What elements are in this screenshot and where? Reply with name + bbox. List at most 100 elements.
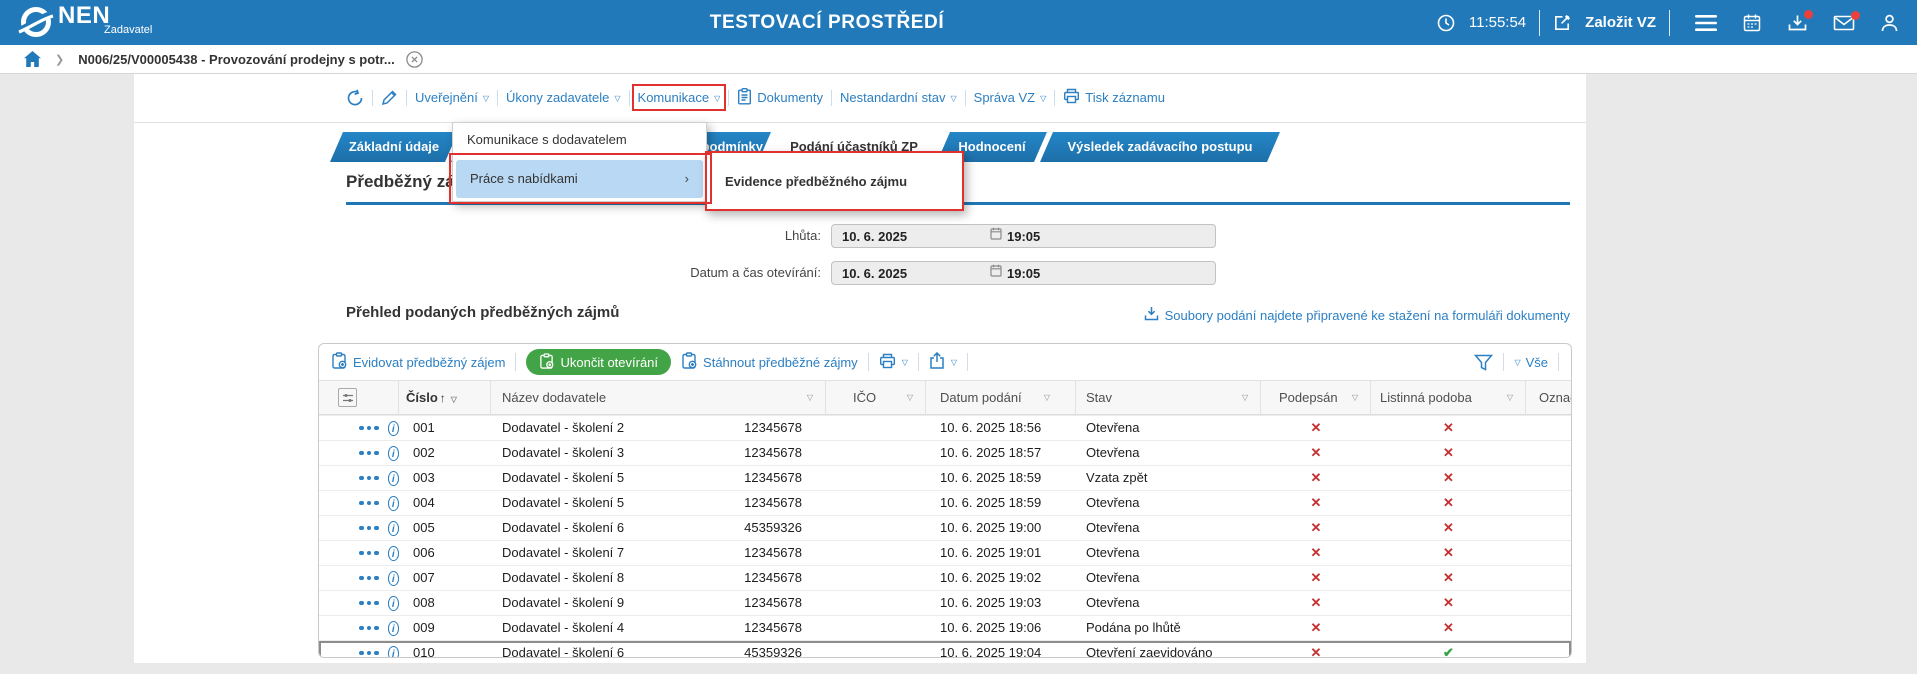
filter-icon[interactable] xyxy=(1474,354,1493,371)
column-header-ico[interactable]: IČO▽ xyxy=(826,381,926,414)
row-info-icon[interactable]: i xyxy=(388,621,400,636)
evidovat-label: Evidovat předběžný zájem xyxy=(353,355,505,370)
menu-item-uverejneni[interactable]: Uveřejnění ▽ xyxy=(415,90,489,105)
table-body: i 001 Dodavatel - školení 2 12345678 10.… xyxy=(319,415,1571,658)
row-menu-icon[interactable] xyxy=(359,576,379,581)
row-info-icon[interactable]: i xyxy=(388,596,400,611)
row-info-icon[interactable]: i xyxy=(388,571,400,586)
table-row[interactable]: i 001 Dodavatel - školení 2 12345678 10.… xyxy=(319,415,1571,440)
cell-oznaceno xyxy=(1526,516,1571,540)
export-button[interactable]: ▽ xyxy=(929,352,957,372)
divider xyxy=(728,90,729,106)
row-menu-icon[interactable] xyxy=(359,476,379,481)
cell-ico: 12345678 xyxy=(826,491,926,515)
doc-icon xyxy=(737,88,752,108)
download-note-link[interactable]: Soubory podání najdete připravené ke sta… xyxy=(1144,306,1570,324)
filter-caret-icon[interactable]: ▽ xyxy=(1352,381,1358,414)
row-menu-icon[interactable] xyxy=(359,526,379,531)
downloads-icon[interactable] xyxy=(1787,13,1808,33)
filter-caret-icon[interactable]: ▽ xyxy=(807,381,813,414)
evidovat-button[interactable]: Evidovat předběžný zájem xyxy=(331,352,505,372)
filter-caret-icon[interactable]: ▽ xyxy=(1044,381,1050,414)
tab-vysledek-zadavaciho-postupu[interactable]: Výsledek zadávacího postupu xyxy=(1040,132,1280,162)
filter-caret-icon[interactable]: ▽ xyxy=(1242,381,1248,414)
row-info-icon[interactable]: i xyxy=(388,471,400,486)
divider xyxy=(918,353,919,371)
table-row[interactable]: i 006 Dodavatel - školení 7 12345678 10.… xyxy=(319,540,1571,565)
row-info-icon[interactable]: i xyxy=(388,496,400,511)
ukoncit-button[interactable]: Ukončit otevírání xyxy=(526,349,671,375)
table-row[interactable]: i 009 Dodavatel - školení 4 12345678 10.… xyxy=(319,615,1571,640)
row-menu-icon[interactable] xyxy=(359,551,379,556)
column-header-listinna[interactable]: Listinná podoba▽ xyxy=(1371,381,1526,414)
close-icon[interactable] xyxy=(406,51,423,68)
print-button[interactable]: ▽ xyxy=(879,353,908,372)
home-icon[interactable] xyxy=(24,51,41,67)
row-menu-icon[interactable] xyxy=(359,501,379,506)
row-menu-icon[interactable] xyxy=(359,451,379,456)
row-menu-icon[interactable] xyxy=(359,626,379,631)
menu-item-tisk-zaznamu[interactable]: Tisk záznamu xyxy=(1063,88,1165,107)
tab-zakladni-udaje[interactable]: Základní údaje xyxy=(330,132,458,162)
table-row[interactable]: i 005 Dodavatel - školení 6 45359326 10.… xyxy=(319,515,1571,540)
table-row[interactable]: i 010 Dodavatel - školení 6 45359326 10.… xyxy=(319,640,1571,658)
row-info-icon[interactable]: i xyxy=(388,446,400,461)
column-header-oznaceno[interactable]: Označeno xyxy=(1526,381,1571,414)
datetime-field[interactable]: 10. 6. 2025 19:05 xyxy=(831,224,1216,248)
row-info-icon[interactable]: i xyxy=(388,546,400,561)
stahnout-button[interactable]: Stáhnout předběžné zájmy xyxy=(681,352,858,372)
row-menu-icon[interactable] xyxy=(359,601,379,606)
record-menu-bar: Uveřejnění ▽ Úkony zadavatele ▽ Komunika… xyxy=(134,73,1586,123)
create-vz-button[interactable]: Založit VZ xyxy=(1585,14,1656,31)
divider xyxy=(515,353,516,371)
breadcrumb-item[interactable]: N006/25/V00005438 - Provozování prodejny… xyxy=(78,52,394,67)
dropdown-item-prace-s-nabidkami[interactable]: Práce s nabídkami › xyxy=(456,160,703,198)
row-menu-icon[interactable] xyxy=(359,651,379,656)
menu-item-dokumenty[interactable]: Dokumenty xyxy=(737,88,823,108)
column-header-datum[interactable]: Datum podání▽ xyxy=(926,381,1076,414)
table-row[interactable]: i 007 Dodavatel - školení 8 12345678 10.… xyxy=(319,565,1571,590)
edit-record-icon[interactable] xyxy=(381,89,398,106)
column-header-podepsan[interactable]: Podepsán▽ xyxy=(1261,381,1371,414)
submissions-table-card: Evidovat předběžný zájem Ukončit otevírá… xyxy=(318,343,1572,658)
filter-caret-icon[interactable]: ▽ xyxy=(1507,381,1513,414)
divider xyxy=(965,90,966,106)
field-label: Datum a čas otevírání: xyxy=(531,261,821,285)
cell-oznaceno xyxy=(1526,641,1571,658)
calendar-icon[interactable] xyxy=(1742,13,1762,33)
table-row[interactable]: i 008 Dodavatel - školení 9 12345678 10.… xyxy=(319,590,1571,615)
filter-caret-icon[interactable]: ▽ xyxy=(907,381,913,414)
row-info-icon[interactable]: i xyxy=(388,521,400,536)
row-info-icon[interactable]: i xyxy=(388,646,400,659)
menu-item-sprava-vz[interactable]: Správa VZ ▽ xyxy=(974,90,1047,105)
filter-all-button[interactable]: ▽ Vše xyxy=(1514,355,1548,370)
menu-item-ukony-zadavatele[interactable]: Úkony zadavatele ▽ xyxy=(506,90,621,105)
submenu-panel[interactable]: Evidence předběžného zájmu xyxy=(705,151,964,211)
datetime-field[interactable]: 10. 6. 2025 19:05 xyxy=(831,261,1216,285)
table-row[interactable]: i 003 Dodavatel - školení 5 12345678 10.… xyxy=(319,465,1571,490)
messages-icon[interactable] xyxy=(1833,14,1855,32)
menu-item-nestandardni-stav[interactable]: Nestandardní stav ▽ xyxy=(840,90,957,105)
submenu-item-evidence[interactable]: Evidence předběžného zájmu xyxy=(725,174,907,189)
menu-item-label: Dokumenty xyxy=(757,90,823,105)
cross-icon: ✕ xyxy=(1311,445,1322,460)
column-settings-icon[interactable] xyxy=(338,388,357,407)
cell-oznaceno xyxy=(1526,491,1571,515)
row-menu-icon[interactable] xyxy=(359,426,379,431)
table-row[interactable]: i 004 Dodavatel - školení 5 12345678 10.… xyxy=(319,490,1571,515)
hamburger-menu-icon[interactable] xyxy=(1695,14,1717,32)
row-info-icon[interactable]: i xyxy=(388,421,400,436)
column-header-cislo[interactable]: Číslo↑▽ xyxy=(399,381,491,414)
cell-ico: 12345678 xyxy=(826,541,926,565)
filter-caret-icon[interactable]: ▽ xyxy=(451,395,457,404)
menu-item-komunikace[interactable]: Komunikace ▽ xyxy=(638,90,721,105)
refresh-icon[interactable] xyxy=(346,89,364,107)
sort-asc-icon: ↑ xyxy=(440,391,446,405)
cell-oznaceno xyxy=(1526,466,1571,490)
dropdown-item-komunikace-s-dodavatelem[interactable]: Komunikace s dodavatelem xyxy=(453,123,706,157)
column-header-nazev[interactable]: Název dodavatele▽ xyxy=(491,381,826,414)
nen-logo[interactable]: NEN Zadavatel xyxy=(18,4,152,45)
profile-icon[interactable] xyxy=(1880,13,1899,33)
column-header-stav[interactable]: Stav▽ xyxy=(1076,381,1261,414)
table-row[interactable]: i 002 Dodavatel - školení 3 12345678 10.… xyxy=(319,440,1571,465)
